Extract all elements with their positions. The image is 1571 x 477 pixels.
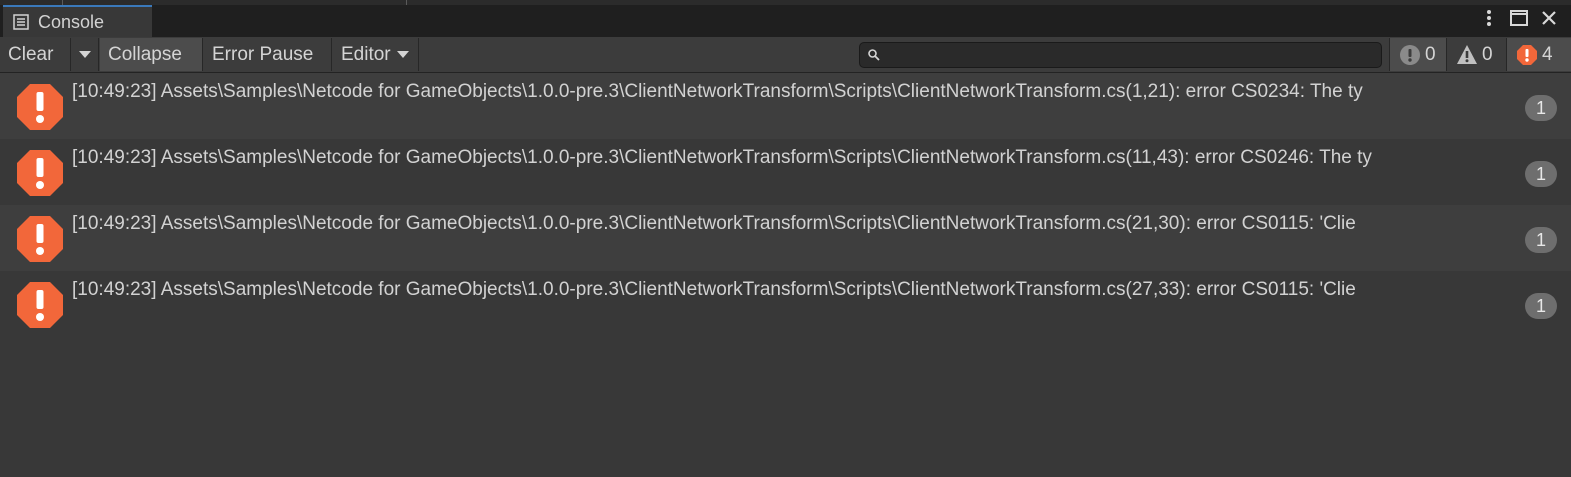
- error-pause-toggle[interactable]: Error Pause: [204, 38, 332, 71]
- tab-console[interactable]: Console: [3, 5, 152, 37]
- error-icon: [17, 84, 63, 130]
- search-icon: [868, 49, 880, 61]
- error-count-toggle[interactable]: 4: [1506, 38, 1571, 71]
- collapse-count-badge: 1: [1525, 227, 1557, 253]
- search-field[interactable]: [859, 42, 1382, 69]
- log-message: [10:49:23] Assets\Samples\Netcode for Ga…: [72, 147, 1372, 168]
- log-list[interactable]: [10:49:23] Assets\Samples\Netcode for Ga…: [0, 73, 1571, 477]
- log-count-toggle[interactable]: 0: [1389, 38, 1446, 71]
- error-icon: [1517, 44, 1537, 65]
- error-count: 4: [1542, 43, 1553, 65]
- close-icon[interactable]: [1539, 8, 1559, 28]
- warning-count-toggle[interactable]: 0: [1446, 38, 1506, 71]
- log-message: [10:49:23] Assets\Samples\Netcode for Ga…: [72, 279, 1356, 300]
- chevron-down-icon: [396, 50, 409, 58]
- strip-divider: [406, 0, 407, 5]
- collapse-label: Collapse: [108, 43, 182, 65]
- log-message: [10:49:23] Assets\Samples\Netcode for Ga…: [72, 81, 1363, 102]
- tab-bar: Console: [0, 0, 1571, 37]
- chevron-down-icon: [78, 50, 91, 58]
- error-pause-label: Error Pause: [212, 43, 314, 65]
- log-count: 0: [1425, 43, 1436, 65]
- editor-dropdown[interactable]: Editor: [333, 38, 419, 71]
- clear-label: Clear: [8, 43, 54, 65]
- maximize-icon[interactable]: [1509, 8, 1529, 28]
- collapse-count-badge: 1: [1525, 161, 1557, 187]
- collapse-count-badge: 1: [1525, 293, 1557, 319]
- error-icon: [17, 282, 63, 328]
- clear-button[interactable]: Clear: [0, 38, 71, 71]
- log-message: [10:49:23] Assets\Samples\Netcode for Ga…: [72, 213, 1356, 234]
- warning-icon: [1457, 44, 1477, 64]
- clear-options-dropdown[interactable]: [71, 38, 99, 71]
- console-list-icon: [13, 14, 29, 30]
- log-entry[interactable]: [10:49:23] Assets\Samples\Netcode for Ga…: [0, 205, 1571, 271]
- tab-title: Console: [38, 11, 105, 32]
- info-message-icon: [1400, 44, 1420, 65]
- tab-strip: [0, 0, 1571, 5]
- error-icon: [17, 216, 63, 262]
- more-options-icon[interactable]: [1479, 8, 1499, 28]
- log-entry[interactable]: [10:49:23] Assets\Samples\Netcode for Ga…: [0, 271, 1571, 337]
- search-input[interactable]: [884, 43, 1378, 69]
- console-window: Console Clear Collapse Error Pause Edito…: [0, 0, 1571, 477]
- collapse-toggle[interactable]: Collapse: [100, 38, 203, 71]
- console-toolbar: Clear Collapse Error Pause Editor 0 0 4: [0, 37, 1571, 73]
- log-entry[interactable]: [10:49:23] Assets\Samples\Netcode for Ga…: [0, 139, 1571, 205]
- error-icon: [17, 150, 63, 196]
- editor-label: Editor: [341, 43, 391, 65]
- warning-count: 0: [1482, 43, 1493, 65]
- window-controls: [1479, 8, 1559, 28]
- collapse-count-badge: 1: [1525, 95, 1557, 121]
- log-entry[interactable]: [10:49:23] Assets\Samples\Netcode for Ga…: [0, 73, 1571, 139]
